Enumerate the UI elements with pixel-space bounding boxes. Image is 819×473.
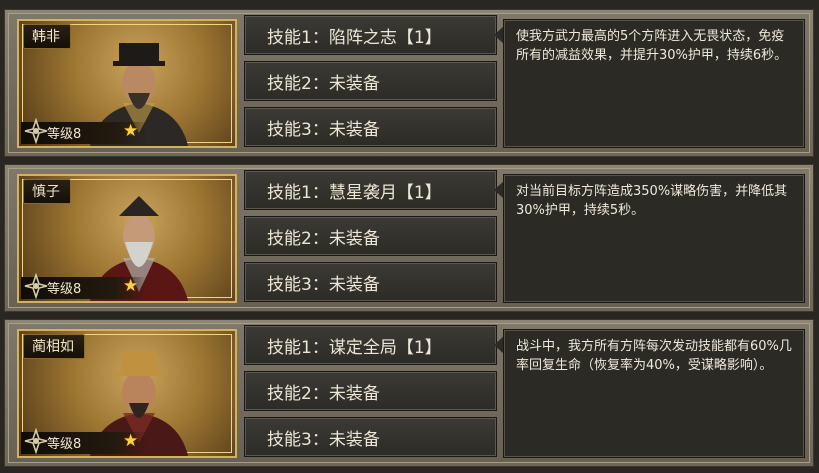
general-level: 等级8: [47, 127, 82, 142]
skill-slot-1[interactable]: 技能1：慧星袭月【1】: [244, 170, 497, 210]
general-panel: 慎子 等级8 ★ 技能1：慧星袭月【1】 技能2：未装备 技能3：未装备 对当前…: [4, 164, 814, 312]
star-icon: ★: [123, 431, 139, 451]
general-level: 等级8: [47, 282, 82, 297]
skill-slot-2[interactable]: 技能2：未装备: [244, 371, 497, 411]
skill-description: 使我方武力最高的5个方阵进入无畏状态，免疫所有的减益效果，并提升30%护甲，持续…: [503, 19, 805, 148]
sword-emblem-icon: [24, 428, 48, 454]
skill-slot-2[interactable]: 技能2：未装备: [244, 216, 497, 256]
general-level: 等级8: [47, 437, 82, 452]
skill-slot-1[interactable]: 技能1：陷阵之志【1】: [244, 15, 497, 55]
skill-slot-3[interactable]: 技能3：未装备: [244, 417, 497, 457]
general-name: 蔺相如: [23, 334, 85, 359]
general-name: 韩非: [23, 24, 71, 49]
general-portrait[interactable]: 韩非 等级8 ★: [17, 19, 237, 148]
general-portrait[interactable]: 慎子 等级8 ★: [17, 174, 237, 303]
skill-slot-3[interactable]: 技能3：未装备: [244, 107, 497, 147]
general-name: 慎子: [23, 179, 71, 204]
skill-description: 对当前目标方阵造成350%谋略伤害，并降低其30%护甲，持续5秒。: [503, 174, 805, 303]
general-portrait[interactable]: 蔺相如 等级8 ★: [17, 329, 237, 458]
skill-slot-3[interactable]: 技能3：未装备: [244, 262, 497, 302]
general-panel: 韩非 等级8 ★ 技能1：陷阵之志【1】 技能2：未装备 技能3：未装备 使我方…: [4, 9, 814, 157]
sword-emblem-icon: [24, 273, 48, 299]
skill-description: 战斗中，我方所有方阵每次发动技能都有60%几率回复生命（恢复率为40%，受谋略影…: [503, 329, 805, 458]
skill-slot-2[interactable]: 技能2：未装备: [244, 61, 497, 101]
general-panel: 蔺相如 等级8 ★ 技能1：谋定全局【1】 技能2：未装备 技能3：未装备 战斗…: [4, 319, 814, 467]
star-icon: ★: [123, 121, 139, 141]
skill-slot-1[interactable]: 技能1：谋定全局【1】: [244, 325, 497, 365]
sword-emblem-icon: [24, 118, 48, 144]
star-icon: ★: [123, 276, 139, 296]
